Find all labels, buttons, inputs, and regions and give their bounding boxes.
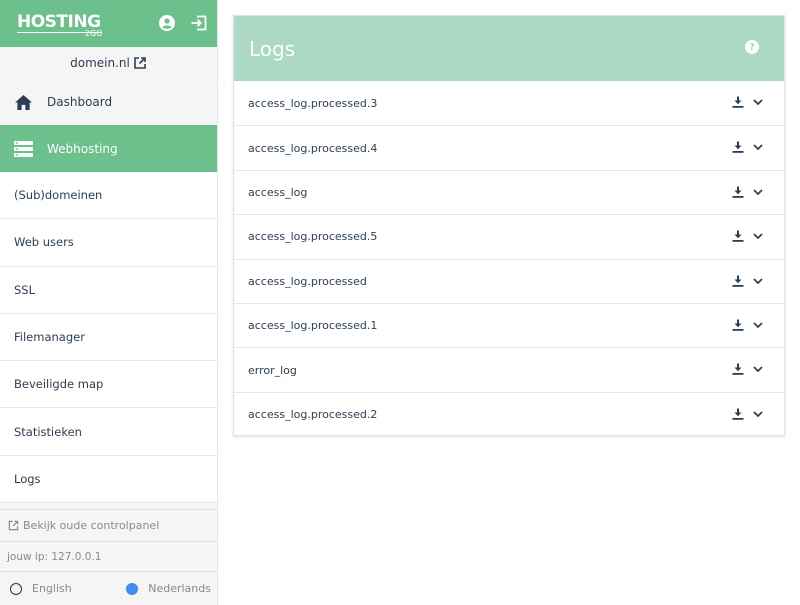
sidebar-header: HOSTING 2GO xyxy=(0,0,217,47)
sidebar-item-web-users[interactable]: Web users xyxy=(0,219,217,267)
log-actions xyxy=(732,141,764,154)
header-icons xyxy=(158,14,208,32)
old-controlpanel-link[interactable]: Bekijk oude controlpanel xyxy=(0,509,218,542)
log-list: access_log.processed.3 access_log.proces… xyxy=(234,81,784,436)
sidebar-item-subdomains[interactable]: (Sub)domeinen xyxy=(0,172,217,220)
chevron-down-icon[interactable] xyxy=(752,230,764,242)
log-row[interactable]: access_log.processed.1 xyxy=(234,302,784,347)
old-controlpanel-label: Bekijk oude controlpanel xyxy=(23,519,160,532)
chevron-down-icon[interactable] xyxy=(752,363,764,375)
log-name: access_log.processed xyxy=(248,274,367,288)
log-name: access_log.processed.5 xyxy=(248,230,378,244)
sidebar: HOSTING 2GO domein.nl Dashboard Webhosti… xyxy=(0,0,218,605)
log-name: access_log.processed.2 xyxy=(248,407,378,421)
chevron-down-icon[interactable] xyxy=(752,141,764,153)
language-option-english[interactable]: English xyxy=(10,582,72,595)
logo-sub: 2GO xyxy=(84,29,103,38)
log-actions xyxy=(732,275,764,287)
sidebar-item-ssl[interactable]: SSL xyxy=(0,266,217,314)
logs-panel: Logs ? access_log.processed.3 access_log… xyxy=(233,15,785,436)
log-name: access_log.processed.4 xyxy=(248,141,378,155)
radio-english[interactable] xyxy=(10,582,22,595)
log-row[interactable]: error_log xyxy=(234,347,784,391)
user-icon[interactable] xyxy=(158,14,176,32)
server-icon xyxy=(14,139,33,158)
language-switcher: English Nederlands xyxy=(0,572,218,605)
radio-dutch[interactable] xyxy=(126,582,139,595)
log-row[interactable]: access_log.processed.2 xyxy=(234,391,784,436)
log-name: access_log.processed.1 xyxy=(248,319,378,333)
log-actions xyxy=(732,408,764,420)
language-english-label: English xyxy=(32,582,72,595)
external-link-icon xyxy=(8,520,19,531)
panel-header: Logs ? xyxy=(234,16,784,81)
download-icon[interactable] xyxy=(732,319,744,331)
sidebar-item-statistics[interactable]: Statistieken xyxy=(0,408,217,456)
chevron-down-icon[interactable] xyxy=(752,275,764,287)
nav-dashboard-label: Dashboard xyxy=(47,95,113,109)
page-title: Logs xyxy=(249,36,296,61)
nav-webhosting-label: Webhosting xyxy=(47,141,118,156)
sidebar-item-protected-folder[interactable]: Beveiligde map xyxy=(0,361,217,409)
logout-icon[interactable] xyxy=(190,14,208,32)
log-actions xyxy=(732,230,764,242)
sidebar-footer: Bekijk oude controlpanel jouw ip: 127.0.… xyxy=(0,509,218,605)
log-actions xyxy=(732,96,764,108)
download-icon[interactable] xyxy=(732,230,744,242)
download-icon[interactable] xyxy=(732,186,744,198)
log-actions xyxy=(732,363,764,376)
log-actions xyxy=(732,319,764,331)
log-actions xyxy=(732,186,764,198)
log-row[interactable]: access_log.processed.4 xyxy=(234,125,784,169)
chevron-down-icon[interactable] xyxy=(752,186,764,198)
nav-webhosting[interactable]: Webhosting xyxy=(0,125,217,172)
download-icon[interactable] xyxy=(732,275,744,287)
language-dutch-label: Nederlands xyxy=(148,582,211,595)
log-name: access_log.processed.3 xyxy=(248,96,378,110)
domain-link[interactable]: domein.nl xyxy=(0,47,217,79)
log-row[interactable]: access_log.processed.3 xyxy=(234,81,784,125)
language-option-dutch[interactable]: Nederlands xyxy=(126,582,211,595)
download-icon[interactable] xyxy=(732,408,744,420)
ip-address: jouw ip: 127.0.0.1 xyxy=(0,542,218,572)
log-name: access_log xyxy=(248,185,308,199)
download-icon[interactable] xyxy=(732,141,744,154)
chevron-down-icon[interactable] xyxy=(752,96,764,108)
nav-dashboard[interactable]: Dashboard xyxy=(0,79,217,125)
chevron-down-icon[interactable] xyxy=(752,408,764,420)
download-icon[interactable] xyxy=(732,363,744,376)
chevron-down-icon[interactable] xyxy=(752,319,764,331)
logo[interactable]: HOSTING 2GO xyxy=(17,14,103,38)
sidebar-item-filemanager[interactable]: Filemanager xyxy=(0,313,217,362)
log-row[interactable]: access_log.processed.5 xyxy=(234,214,784,258)
log-name: error_log xyxy=(248,363,297,377)
webhosting-submenu: (Sub)domeinen Web users SSL Filemanager … xyxy=(0,172,217,504)
sidebar-item-logs[interactable]: Logs xyxy=(0,455,217,504)
log-row[interactable]: access_log.processed xyxy=(234,258,784,303)
home-icon xyxy=(14,93,33,112)
external-link-icon xyxy=(134,57,146,69)
log-row[interactable]: access_log xyxy=(234,169,784,214)
help-icon[interactable]: ? xyxy=(745,40,759,54)
domain-label: domein.nl xyxy=(70,56,130,70)
download-icon[interactable] xyxy=(732,96,744,108)
